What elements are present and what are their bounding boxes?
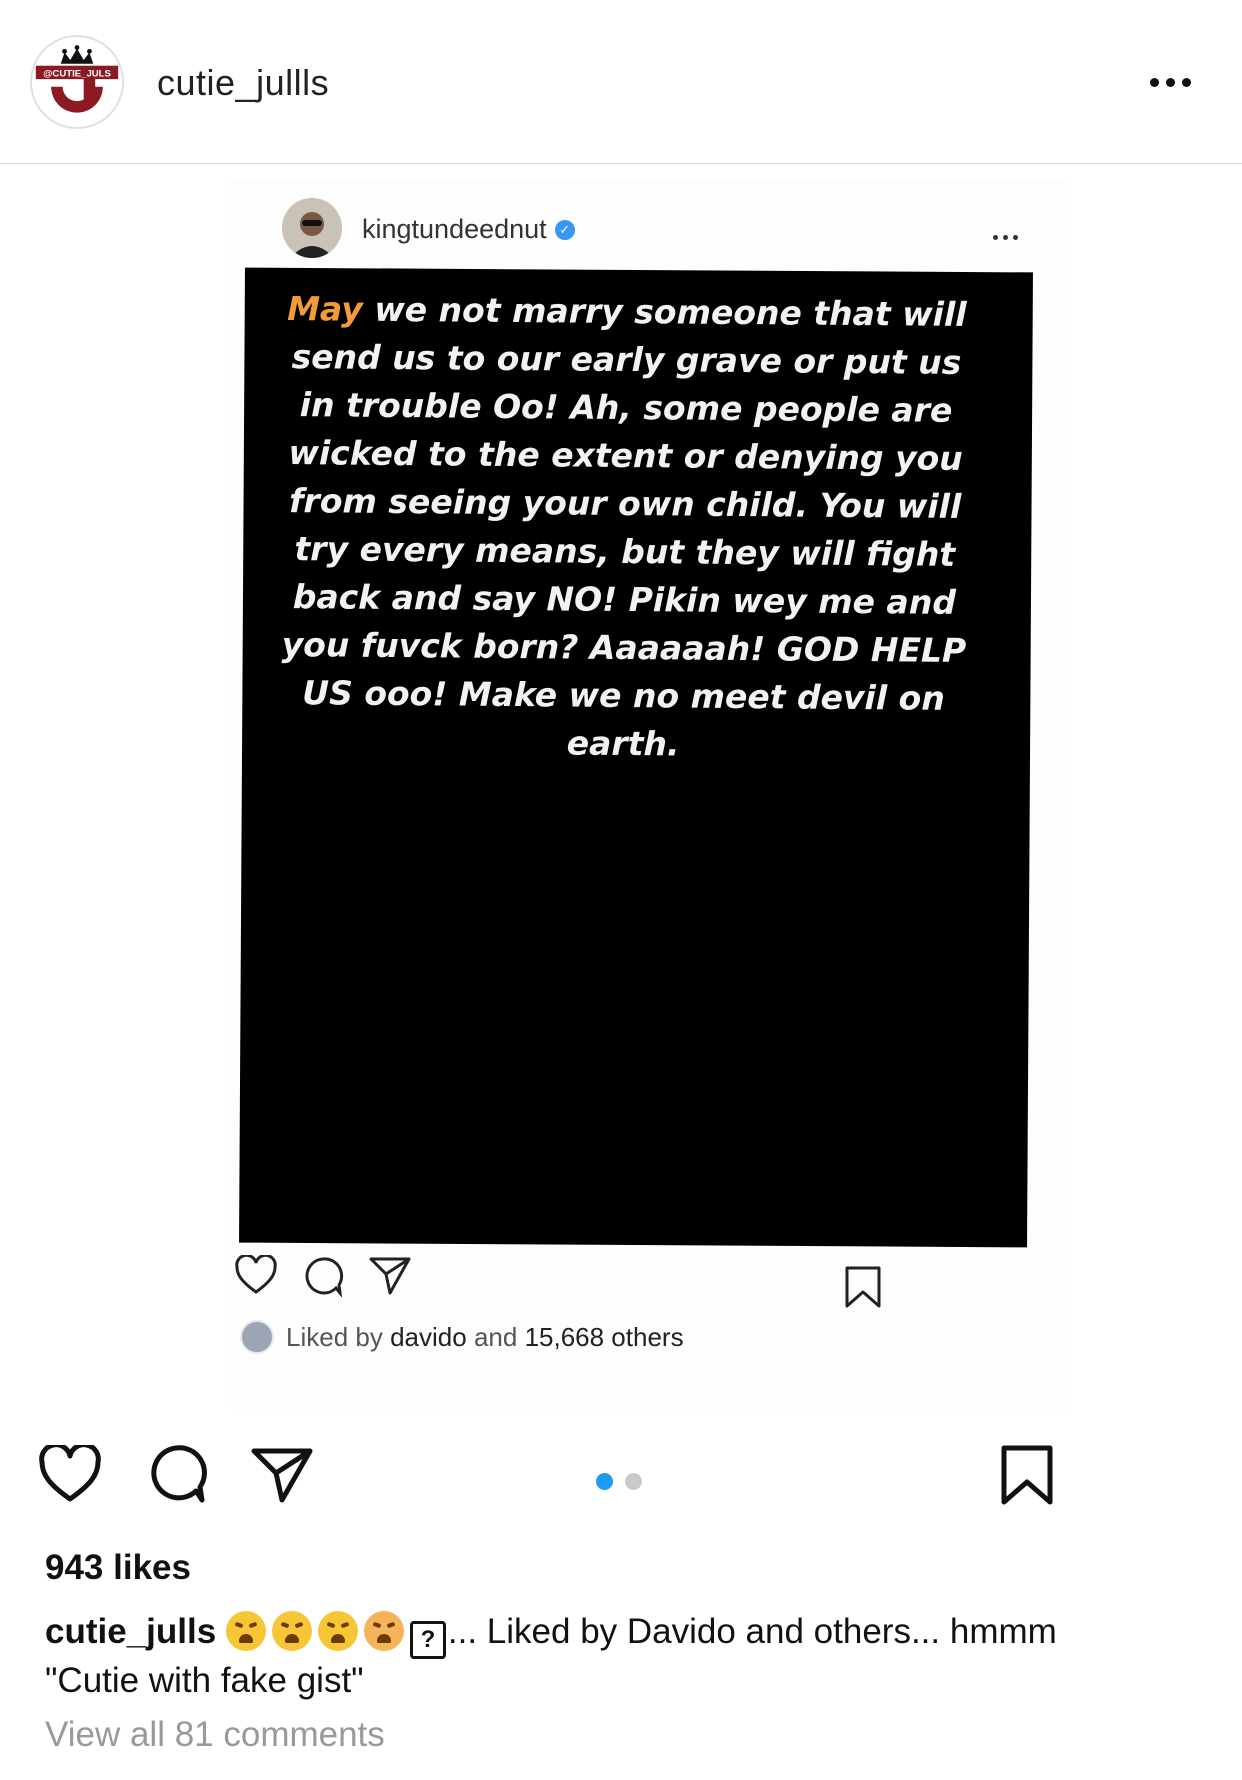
caption-text: ... Liked by Davido and others... hmmm — [447, 1612, 1057, 1651]
like-count[interactable]: 943 likes — [45, 1548, 191, 1588]
avatar-logo-icon: @CUTIE_JULS — [33, 38, 121, 126]
post-caption: cutie_julls ?... Liked by Davido and oth… — [45, 1610, 1205, 1703]
like-heart-icon[interactable] — [38, 1445, 102, 1503]
more-options-icon[interactable] — [1150, 70, 1198, 94]
embedded-username: kingtundeednut ✓ — [362, 214, 575, 245]
unknown-glyph-icon: ? — [409, 1621, 446, 1659]
embedded-comment-icon — [302, 1255, 344, 1297]
embedded-share-icon — [368, 1255, 412, 1297]
caption-line-2: "Cutie with fake gist" — [45, 1661, 364, 1700]
quote-highlight: May — [287, 289, 363, 329]
embedded-post-image: kingtundeednut ✓ May we not marry someon… — [230, 180, 1070, 1410]
save-bookmark-icon[interactable] — [1000, 1444, 1054, 1506]
post-header: @CUTIE_JULS cutie_jullls — [0, 0, 1242, 164]
embedded-action-bar — [230, 1255, 1070, 1315]
person-emoji-icon — [363, 1611, 404, 1651]
quote-body: we not marry someone that will send us t… — [281, 289, 967, 764]
liker-avatar — [240, 1320, 274, 1354]
share-send-icon[interactable] — [250, 1446, 314, 1504]
carousel-dot-1[interactable] — [596, 1473, 613, 1490]
embedded-bookmark-icon — [844, 1265, 882, 1309]
weary-face-emoji-icon — [225, 1611, 266, 1651]
embedded-more-icon — [993, 235, 1018, 240]
view-all-comments-link[interactable]: View all 81 comments — [45, 1715, 385, 1755]
weary-face-emoji-icon — [271, 1611, 312, 1651]
profile-avatar[interactable]: @CUTIE_JULS — [30, 35, 124, 129]
carousel-dot-2[interactable] — [625, 1473, 642, 1490]
embedded-liked-by: Liked by davido and 15,668 others — [240, 1320, 684, 1354]
post-username[interactable]: cutie_jullls — [157, 62, 329, 104]
embedded-heart-icon — [234, 1255, 278, 1295]
comment-icon[interactable] — [145, 1443, 207, 1505]
carousel-indicator — [596, 1473, 642, 1490]
caption-username[interactable]: cutie_julls — [45, 1612, 216, 1651]
svg-text:@CUTIE_JULS: @CUTIE_JULS — [43, 68, 111, 79]
quote-text: May we not marry someone that will send … — [278, 285, 972, 771]
weary-face-emoji-icon — [317, 1611, 358, 1651]
verified-badge-icon: ✓ — [554, 219, 575, 240]
embedded-avatar — [282, 198, 342, 258]
